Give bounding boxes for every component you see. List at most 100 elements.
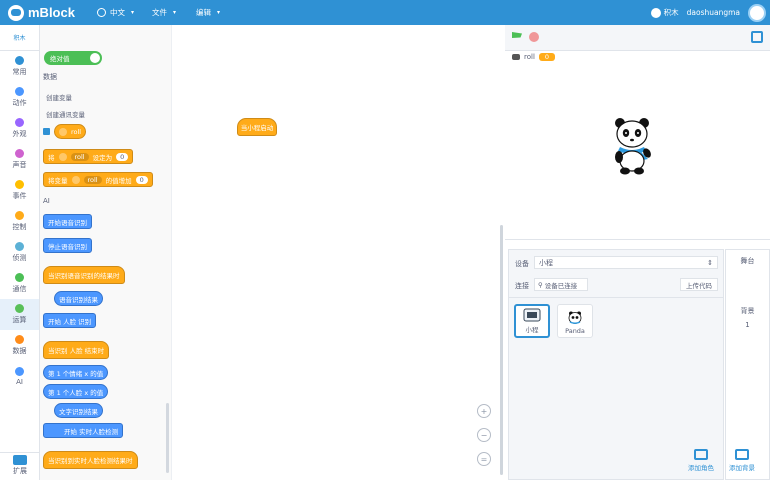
chevron-down-icon: ▾: [172, 9, 176, 16]
category-label: 运算: [12, 316, 27, 324]
category-dot: [15, 273, 24, 282]
panda-sprite[interactable]: [610, 117, 654, 175]
category-looks[interactable]: 外观: [0, 113, 39, 144]
backdrop-count: 1: [745, 321, 750, 329]
absolute-value-label: 绝对值: [50, 55, 70, 63]
ai-block-realtime-face[interactable]: 开始 实时人脸检测: [43, 423, 124, 438]
variable-dropdown[interactable]: roll: [70, 152, 89, 161]
sprite-tile-panda[interactable]: Panda: [557, 304, 593, 338]
device-board-icon: [523, 308, 541, 322]
category-dot: [15, 118, 24, 127]
avatar[interactable]: [748, 3, 766, 22]
ai-reporter-face[interactable]: 第 1 个人脸 x 的值: [43, 384, 109, 399]
create-variable-button[interactable]: 创建变量: [44, 90, 136, 104]
category-label: 声音: [12, 161, 27, 169]
category-events[interactable]: 事件: [0, 175, 39, 206]
ai-block-start-face[interactable]: 开始 人脸 识别: [43, 313, 97, 328]
category-ai[interactable]: AI: [0, 361, 39, 392]
device-value: 小程: [539, 258, 553, 267]
ai-reporter-text-result[interactable]: 文字识别结果: [54, 403, 103, 418]
zoom-reset-button[interactable]: =: [477, 452, 491, 466]
add-background-button[interactable]: 添加背景: [729, 449, 755, 472]
script-scrollbar[interactable]: [500, 225, 503, 475]
extension-label: 扩展: [13, 467, 27, 475]
category-dot: [15, 242, 24, 251]
stage-tab[interactable]: 舞台: [725, 256, 770, 266]
variable-reporter-roll[interactable]: roll: [54, 124, 87, 139]
extension-icon: [13, 455, 27, 465]
value-input[interactable]: 0: [135, 175, 148, 184]
category-sensing[interactable]: 侦测: [0, 237, 39, 268]
app-logo: mBlock: [8, 4, 75, 21]
variable-monitor: roll 0: [512, 53, 556, 61]
blocks-tab[interactable]: 积木: [0, 25, 39, 51]
globe-icon: [96, 8, 106, 17]
connection-status[interactable]: ⚲ 设备已连接: [534, 278, 588, 291]
create-cloud-variable-button[interactable]: 创建通讯变量: [44, 107, 136, 121]
file-menu[interactable]: 文件 ▾: [152, 7, 176, 18]
category-dot: [15, 335, 24, 344]
category-label: 控制: [12, 223, 27, 231]
device-select[interactable]: 小程 ⇕: [534, 256, 718, 269]
edit-menu[interactable]: 编辑 ▾: [196, 7, 220, 18]
category-common[interactable]: 常用: [0, 51, 39, 82]
set-variable-block[interactable]: 将 roll 设定为 0: [43, 149, 134, 164]
add-background-icon: [735, 449, 749, 460]
stop-icon[interactable]: [529, 32, 539, 42]
zoom-out-icon: −: [480, 430, 488, 440]
category-data[interactable]: 数据: [0, 330, 39, 361]
category-motion[interactable]: 动作: [0, 82, 39, 113]
script-area[interactable]: [172, 25, 504, 480]
add-character-button[interactable]: 添加角色: [688, 449, 714, 472]
upload-code-button[interactable]: 上传代码: [680, 278, 718, 291]
language-menu[interactable]: 中文 ▾: [96, 7, 134, 18]
category-label: 外观: [12, 130, 27, 138]
app-name: mBlock: [28, 5, 75, 20]
value-input[interactable]: 0: [116, 152, 129, 161]
top-bar: mBlock 中文 ▾ 文件 ▾ 编辑 ▾ 积木 daoshuangma: [0, 0, 770, 25]
category-control[interactable]: 控制: [0, 206, 39, 237]
ai-reporter-speech-result[interactable]: 语音识别结果: [54, 291, 103, 306]
ai-hat-face-done[interactable]: 当识别 人脸 结束时: [43, 341, 110, 359]
variable-checkbox[interactable]: [43, 128, 50, 135]
block-text: 当识别到实时人脸检测结果时: [48, 457, 133, 465]
block-text: 当识别语音识别的结果时: [48, 272, 120, 280]
ai-block-start-speech[interactable]: 开始语音识别: [43, 214, 92, 229]
sprite-icon: [512, 54, 520, 60]
when-started-hat-block[interactable]: 当小程启动: [237, 118, 277, 136]
block-text: 文字识别结果: [59, 407, 98, 416]
change-variable-block[interactable]: 将变量 roll 的值增加 0: [43, 172, 153, 187]
category-communication[interactable]: 通信: [0, 268, 39, 299]
monitor-label: roll: [524, 53, 535, 61]
variable-icon: [59, 127, 67, 136]
zoom-in-button[interactable]: +: [477, 404, 491, 418]
block-text: 第 1 个人脸 x 的值: [48, 388, 104, 397]
category-sound[interactable]: 声音: [0, 144, 39, 175]
chevron-down-icon: ▾: [130, 9, 134, 16]
add-background-label: 添加背景: [729, 464, 755, 472]
blocks-mode-toggle[interactable]: 积木: [650, 7, 679, 18]
connect-label: 连接: [515, 282, 529, 290]
ai-hat-speech-result[interactable]: 当识别语音识别的结果时: [43, 266, 125, 284]
category-label: 通信: [12, 285, 27, 293]
category-dot: [15, 87, 24, 96]
device-tile-xiaocheng[interactable]: 小程: [514, 304, 550, 338]
ai-hat-realtime-face[interactable]: 当识别到实时人脸检测结果时: [43, 451, 138, 469]
username[interactable]: daoshuangma: [687, 8, 740, 17]
category-label: AI: [16, 378, 23, 386]
category-dot: [15, 304, 24, 313]
fullscreen-icon[interactable]: [751, 31, 763, 43]
palette-scrollbar[interactable]: [166, 403, 169, 473]
extension-button[interactable]: 扩展: [0, 452, 40, 478]
absolute-value-toggle[interactable]: 绝对值: [44, 51, 102, 65]
ai-section-title: AI: [43, 197, 50, 205]
stage-backdrop-panel: [725, 249, 770, 480]
ai-block-stop-speech[interactable]: 停止语音识别: [43, 238, 92, 253]
variable-icon: [58, 152, 67, 161]
ai-reporter-emotion[interactable]: 第 1 个情绪 x 的值: [43, 365, 109, 380]
chevron-updown-icon: ⇕: [707, 258, 713, 267]
zoom-out-button[interactable]: −: [477, 428, 491, 442]
category-dot: [15, 367, 24, 376]
variable-dropdown[interactable]: roll: [83, 175, 102, 184]
category-operators[interactable]: 运算: [0, 299, 39, 330]
